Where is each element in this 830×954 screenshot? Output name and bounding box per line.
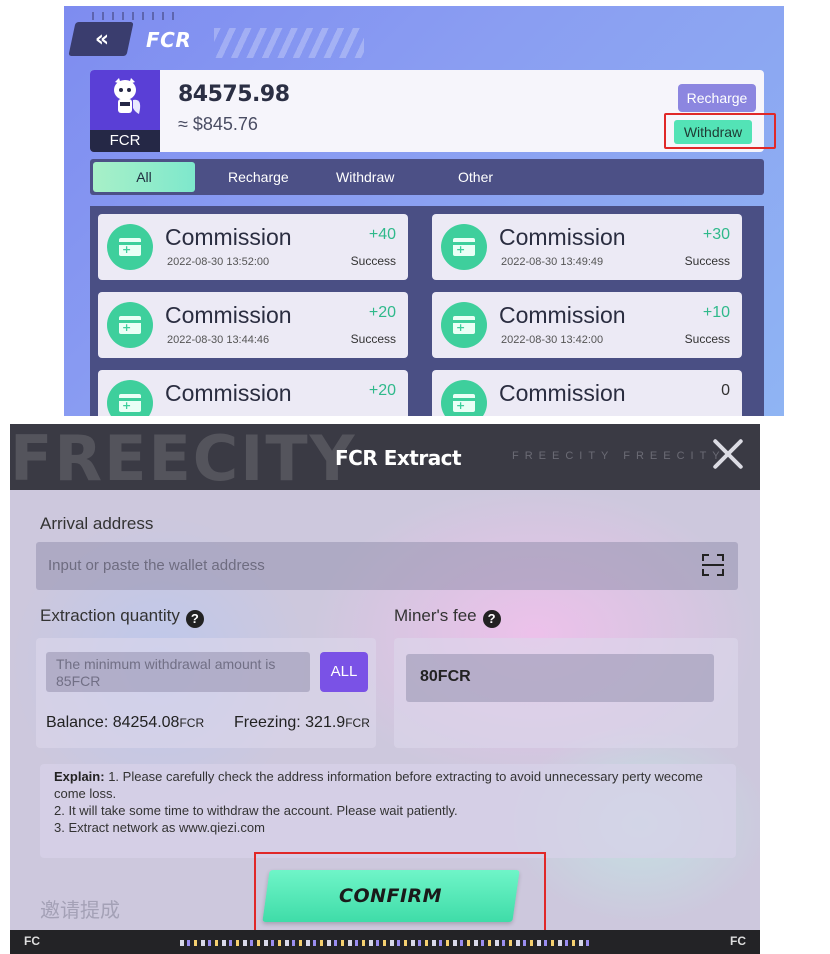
background-brand-small: FREECITY FREECITY	[512, 450, 726, 462]
record-amount: +40	[368, 226, 396, 243]
tab-withdraw[interactable]: Withdraw	[336, 159, 394, 195]
fee-section: 80FCR	[394, 638, 738, 748]
record-date: 2022-08-30 13:49:49	[501, 256, 604, 268]
record-item[interactable]: Commission 0	[432, 370, 742, 416]
background-ghost-text: 邀请提成	[40, 900, 120, 922]
record-title: Commission	[499, 380, 626, 406]
footer-decor-dots	[180, 940, 590, 946]
record-status: Success	[684, 332, 730, 346]
miners-fee-value: 80FCR	[406, 654, 714, 702]
wallet-card-icon	[441, 224, 487, 270]
tab-other[interactable]: Other	[458, 159, 493, 195]
all-button[interactable]: ALL	[320, 652, 368, 692]
wallet-card-icon	[441, 380, 487, 416]
freezing-text: Freezing: 321.9FCR	[234, 714, 370, 731]
back-button[interactable]: «	[68, 22, 134, 56]
page-title: FCR	[146, 28, 192, 52]
miners-fee-label: Miner's fee?	[394, 606, 501, 628]
record-amount: +20	[368, 304, 396, 321]
record-date: 2022-08-30 13:52:00	[167, 256, 270, 268]
help-icon[interactable]: ?	[185, 610, 204, 628]
record-item[interactable]: Commission 2022-08-30 13:49:49 +30 Succe…	[432, 214, 742, 280]
record-amount: +20	[368, 382, 396, 399]
arrival-address-label: Arrival address	[40, 514, 154, 533]
chevron-left-icon: «	[95, 26, 107, 52]
modal-header: FREECITY FREECITY FREECITY FCR Extract	[10, 424, 760, 495]
token-logo: FCR	[90, 70, 160, 152]
record-title: Commission	[165, 224, 292, 250]
record-status: Success	[350, 332, 396, 346]
record-list: Commission 2022-08-30 13:52:00 +40 Succe…	[90, 206, 764, 416]
record-item[interactable]: Commission 2022-08-30 13:44:46 +20 Succe…	[98, 292, 408, 358]
record-status: Success	[684, 254, 730, 268]
footer-bar: FC FC	[10, 930, 760, 954]
wallet-card-icon	[107, 302, 153, 348]
record-title: Commission	[165, 380, 292, 406]
extract-modal: FREECITY FREECITY FREECITY FCR Extract A…	[10, 424, 760, 954]
balance-text: Balance: 84254.08FCR	[46, 714, 205, 731]
recharge-button[interactable]: Recharge	[678, 84, 756, 112]
record-date: 2022-08-30 13:42:00	[501, 334, 604, 346]
token-balance: 84575.98	[178, 82, 290, 107]
quantity-input[interactable]: The minimum withdrawal amount is 85FCR	[46, 652, 310, 692]
wallet-detail-panel: « FCR FCR 84575.98 ≈ $845.76 Recharge Wi…	[64, 6, 784, 416]
scan-icon[interactable]	[702, 554, 724, 576]
token-card: FCR 84575.98 ≈ $845.76 Recharge Withdraw	[90, 70, 776, 152]
record-title: Commission	[499, 302, 626, 328]
decor-stripes	[214, 28, 364, 58]
help-icon[interactable]: ?	[482, 610, 501, 628]
decor-ticks	[92, 12, 182, 20]
record-item[interactable]: Commission 2022-08-30 13:52:00 +40 Succe…	[98, 214, 408, 280]
close-icon[interactable]	[708, 434, 748, 474]
record-title: Commission	[165, 302, 292, 328]
tab-recharge[interactable]: Recharge	[228, 159, 289, 195]
token-usd-value: ≈ $845.76	[178, 114, 258, 134]
extraction-quantity-label: Extraction quantity?	[40, 606, 204, 628]
wallet-address-input[interactable]: Input or paste the wallet address	[36, 542, 738, 590]
explain-box: Explain: 1. Please carefully check the a…	[40, 764, 736, 858]
squirrel-mascot-icon	[114, 78, 141, 114]
confirm-highlight-box	[254, 852, 546, 942]
record-amount: 0	[721, 382, 730, 399]
record-tabs: All Recharge Withdraw Other	[90, 159, 764, 195]
record-status: Success	[350, 254, 396, 268]
quantity-section: The minimum withdrawal amount is 85FCR A…	[36, 638, 376, 748]
record-title: Commission	[499, 224, 626, 250]
record-item[interactable]: Commission 2022-08-30 13:42:00 +10 Succe…	[432, 292, 742, 358]
record-amount: +10	[702, 304, 730, 321]
wallet-card-icon	[441, 302, 487, 348]
record-date: 2022-08-30 13:44:46	[167, 334, 270, 346]
withdraw-highlight-box	[664, 113, 776, 149]
wallet-card-icon	[107, 224, 153, 270]
tab-all[interactable]: All	[93, 162, 195, 192]
token-logo-label: FCR	[90, 130, 160, 152]
record-amount: +30	[702, 226, 730, 243]
background-brand-text: FREECITY	[10, 424, 357, 495]
record-item[interactable]: Commission +20	[98, 370, 408, 416]
wallet-address-placeholder: Input or paste the wallet address	[48, 557, 265, 574]
wallet-card-icon	[107, 380, 153, 416]
modal-title: FCR Extract	[335, 446, 462, 470]
